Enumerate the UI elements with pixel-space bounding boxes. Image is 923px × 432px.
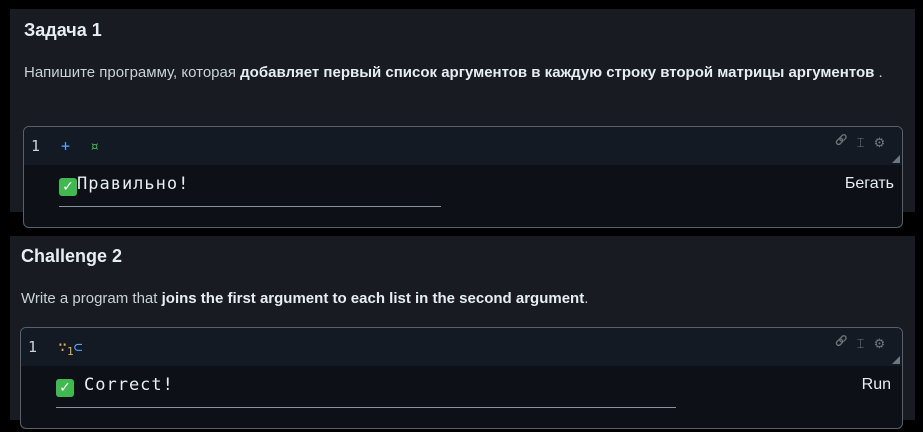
code-token: ¤ bbox=[90, 137, 100, 155]
challenge-1-description: Напишите программу, которая добавляет пе… bbox=[24, 60, 895, 86]
run-button[interactable]: Бегать bbox=[845, 175, 894, 193]
line-number: 1 bbox=[31, 137, 41, 155]
resize-handle[interactable] bbox=[892, 155, 900, 163]
description-bold: joins the first argument to each list in… bbox=[161, 290, 585, 307]
challenge-1-title: Задача 1 bbox=[24, 20, 102, 40]
code-token: ⊂ bbox=[73, 338, 83, 356]
result-underline bbox=[56, 407, 676, 408]
settings-icon[interactable]: ⚙ bbox=[873, 336, 886, 352]
run-button[interactable]: Run bbox=[862, 376, 891, 394]
code-editor[interactable]: 1 + ¤ 🔗 ⌶ ⚙ ✓ Правильно! Бегать bbox=[23, 126, 903, 228]
code-input[interactable]: ∵1⊂ bbox=[58, 338, 83, 358]
challenge-2-description: Write a program that joins the first arg… bbox=[21, 286, 895, 312]
challenge-1-panel: Задача 1 Напишите программу, которая доб… bbox=[10, 9, 915, 228]
check-icon: ✓ bbox=[56, 379, 74, 397]
code-token: ∵ bbox=[58, 338, 68, 356]
description-text: Напишите программу, которая bbox=[24, 64, 241, 81]
code-token: 1 bbox=[67, 345, 74, 358]
line-number: 1 bbox=[28, 338, 38, 356]
challenge-2-title: Challenge 2 bbox=[21, 246, 123, 266]
result-output: ✓ Correct! bbox=[56, 375, 174, 397]
description-end: . bbox=[874, 64, 883, 81]
result-output: ✓ Правильно! bbox=[59, 174, 189, 196]
code-line[interactable]: 1 ∵1⊂ 🔗 ⌶ ⚙ bbox=[21, 328, 902, 366]
resize-handle[interactable] bbox=[892, 356, 900, 364]
link-icon[interactable]: 🔗 bbox=[835, 135, 848, 151]
result-text: Правильно! bbox=[77, 174, 190, 194]
code-input[interactable]: + ¤ bbox=[61, 137, 99, 155]
description-text: Write a program that bbox=[21, 290, 162, 307]
result-underline bbox=[59, 206, 441, 207]
editor-toolbar: 🔗 ⌶ ⚙ bbox=[835, 135, 886, 151]
text-cursor-icon[interactable]: ⌶ bbox=[854, 135, 867, 151]
code-editor[interactable]: 1 ∵1⊂ 🔗 ⌶ ⚙ ✓ Correct! Run bbox=[20, 327, 903, 429]
editor-toolbar: 🔗 ⌶ ⚙ bbox=[835, 336, 886, 352]
settings-icon[interactable]: ⚙ bbox=[873, 135, 886, 151]
result-text: Correct! bbox=[84, 375, 174, 395]
code-line[interactable]: 1 + ¤ 🔗 ⌶ ⚙ bbox=[24, 127, 902, 165]
description-bold: добавляет первый список аргументов в каж… bbox=[240, 64, 875, 81]
text-cursor-icon[interactable]: ⌶ bbox=[854, 336, 867, 352]
link-icon[interactable]: 🔗 bbox=[835, 336, 848, 352]
challenge-2-panel: Challenge 2 Write a program that joins t… bbox=[10, 236, 915, 429]
description-end: . bbox=[584, 290, 589, 307]
check-icon: ✓ bbox=[59, 178, 77, 196]
code-token: + bbox=[61, 137, 71, 155]
